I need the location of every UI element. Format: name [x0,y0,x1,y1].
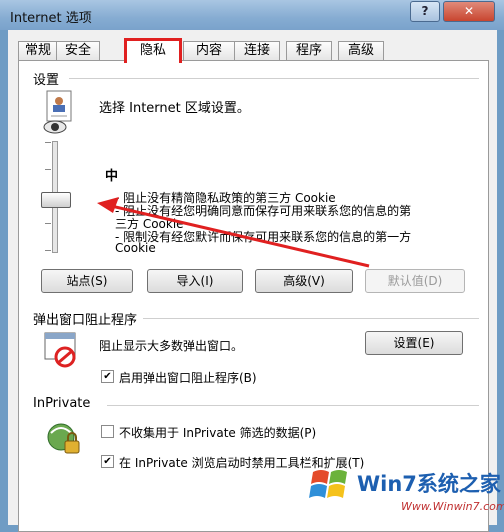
settings-group-label: 设置 [33,73,60,88]
slider-tick [45,169,51,170]
no-collect-checkbox[interactable] [101,425,114,438]
tab-programs[interactable]: 程序 [286,41,332,60]
dialog-client: 常规 安全 隐私 内容 连接 程序 高级 设置 选择 Internet 区域设置… [8,30,497,532]
import-button[interactable]: 导入(I) [147,269,243,293]
slider-tick [45,250,51,251]
settings-description: 选择 Internet 区域设置。 [99,101,250,116]
popup-enable-checkbox[interactable]: ✔ [101,370,114,383]
divider [69,78,479,79]
slider-tick [45,142,51,143]
tab-connections[interactable]: 连接 [234,41,280,60]
watermark-url: Www.Winwin7.com [401,500,504,513]
default-button[interactable]: 默认值(D) [365,269,465,293]
divider [143,318,479,319]
title-bar: Internet 选项 ? ✕ [0,0,504,30]
no-collect-label[interactable]: 不收集用于 InPrivate 筛选的数据(P) [119,424,316,441]
divider [107,405,479,406]
popup-blocker-icon [44,332,76,368]
slider-tick [45,223,51,224]
watermark-brand: Win7系统之家 [357,472,501,496]
inprivate-icon [47,423,80,454]
tab-content[interactable]: 内容 [183,41,235,60]
privacy-document-icon [43,90,72,134]
advanced-button[interactable]: 高级(V) [255,269,353,293]
window-title: Internet 选项 [10,11,92,26]
tab-advanced[interactable]: 高级 [338,41,384,60]
popup-settings-button[interactable]: 设置(E) [365,331,463,355]
inprivate-group-label: InPrivate [33,396,91,411]
privacy-slider-thumb[interactable] [41,192,71,208]
tab-privacy[interactable]: 隐私 [124,38,182,63]
sites-button[interactable]: 站点(S) [41,269,133,293]
popup-description: 阻止显示大多数弹出窗口。 [99,339,244,353]
watermark: Win7系统之家 Www.Winwin7.com [305,462,504,520]
windows-logo-icon [309,470,347,498]
popup-enable-label[interactable]: 启用弹出窗口阻止程序(B) [119,369,257,386]
help-button[interactable]: ? [410,1,440,22]
tab-general[interactable]: 常规 [18,41,58,60]
close-button[interactable]: ✕ [443,1,495,22]
disable-toolbars-checkbox[interactable]: ✔ [101,455,114,468]
popup-group-label: 弹出窗口阻止程序 [33,313,138,328]
tab-security[interactable]: 安全 [56,41,100,60]
annotation-arrow [97,197,370,268]
